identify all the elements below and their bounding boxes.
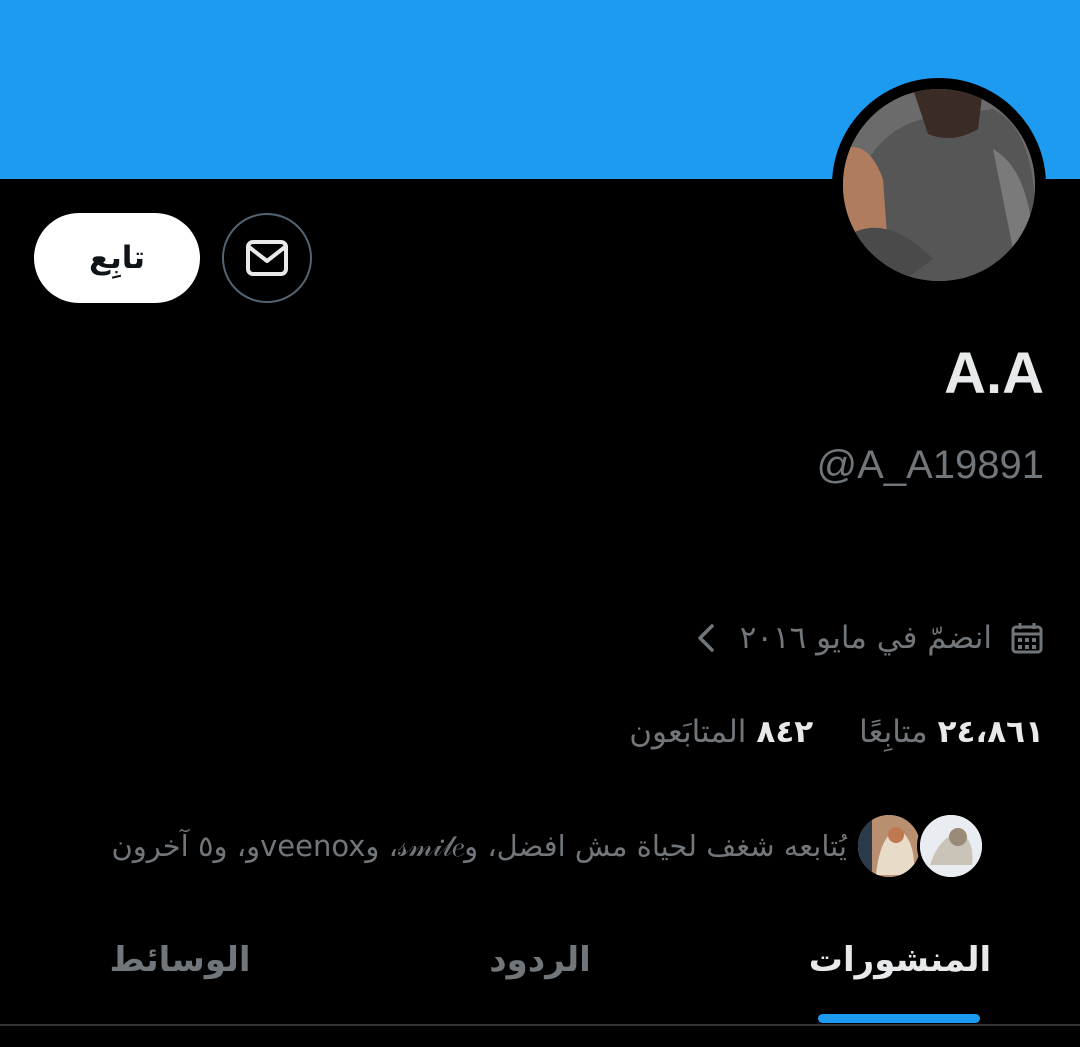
followed-by-row[interactable]: يُتابعه شغف لحياة مش افضل، و𝓈𝓂𝒾𝓁𝑒، وveen…	[0, 812, 985, 880]
profile-handle: @A_A19891	[816, 443, 1044, 487]
follower-avatar	[917, 812, 985, 880]
message-button[interactable]	[222, 213, 312, 303]
followers-stat[interactable]: ٨٤٢ المتابَعون	[629, 714, 813, 750]
joined-date: انضمّ في مايو ٢٠١٦	[739, 620, 992, 656]
tabs-divider	[0, 1024, 1080, 1026]
display-name: A.A	[944, 341, 1044, 406]
chevron-left-icon[interactable]	[692, 620, 722, 656]
calendar-icon	[1011, 623, 1043, 654]
follower-avatar	[855, 812, 923, 880]
tab-replies[interactable]: الردود	[410, 910, 670, 1010]
joined-date-row[interactable]: انضمّ في مايو ٢٠١٦	[692, 612, 1044, 664]
follow-stats: ٨٤٢ المتابَعون ٢٤،٨٦١ متابِعًا	[629, 706, 1044, 758]
following-label: متابِعًا	[859, 714, 928, 750]
tab-posts[interactable]: المنشورات	[770, 910, 1030, 1010]
avatar-photo	[843, 89, 1035, 281]
followers-count: ٨٤٢	[756, 714, 814, 750]
followed-by-avatars	[855, 812, 985, 880]
followers-label: المتابَعون	[629, 714, 747, 750]
following-stat[interactable]: ٢٤،٨٦١ متابِعًا	[859, 714, 1044, 750]
active-tab-indicator	[818, 1014, 980, 1023]
following-count: ٢٤،٨٦١	[937, 714, 1044, 750]
profile-tabs: المنشورات الردود الوسائط	[0, 910, 1080, 1026]
tab-media[interactable]: الوسائط	[50, 910, 310, 1010]
envelope-icon	[246, 240, 288, 276]
profile-avatar[interactable]	[843, 89, 1035, 281]
followed-by-text: يُتابعه شغف لحياة مش افضل، و𝓈𝓂𝒾𝓁𝑒، وveen…	[111, 828, 847, 863]
follow-button[interactable]: تابِع	[34, 213, 200, 303]
